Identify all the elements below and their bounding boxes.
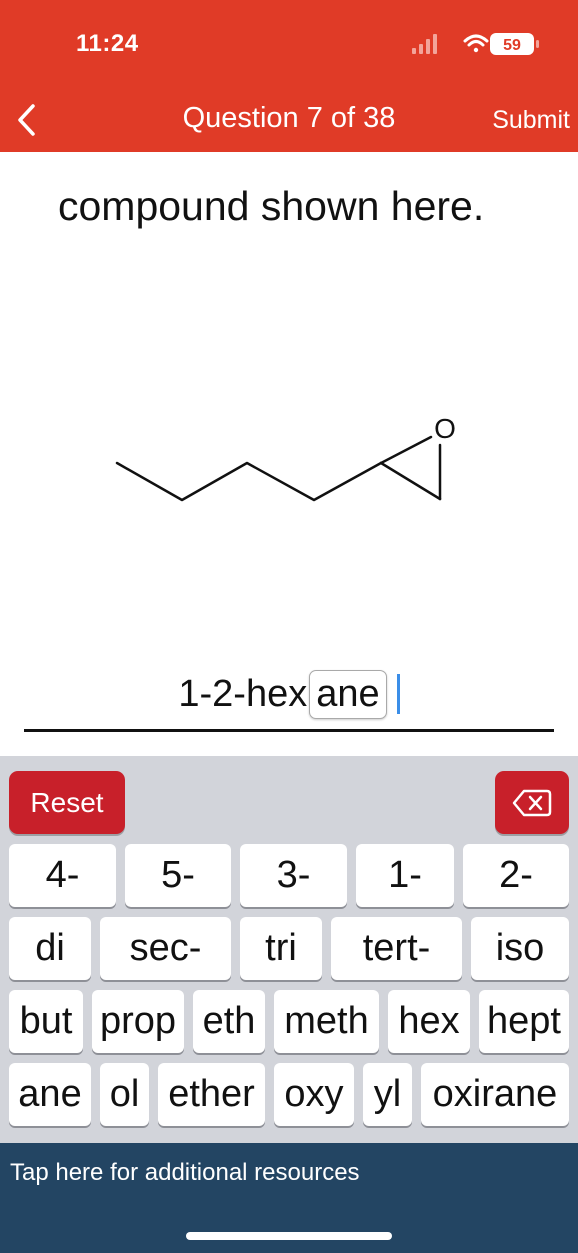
backspace-icon — [512, 789, 552, 816]
key-yl[interactable]: yl — [363, 1063, 412, 1126]
key-2[interactable]: 2- — [463, 844, 569, 907]
text-cursor — [396, 674, 400, 714]
answer-field[interactable]: 1-2-hex ane — [0, 664, 578, 724]
key-hept[interactable]: hept — [479, 990, 569, 1053]
status-icons: 59 — [412, 33, 539, 55]
answer-prefix: 1-2-hex — [178, 672, 308, 715]
submit-button[interactable]: Submit — [492, 106, 570, 135]
answer-underline — [24, 729, 554, 732]
cellular-signal-icon — [412, 34, 437, 54]
key-oxirane[interactable]: oxirane — [421, 1063, 569, 1126]
reset-button[interactable]: Reset — [9, 771, 125, 834]
key-ol[interactable]: ol — [100, 1063, 149, 1126]
answer-token[interactable]: ane — [309, 669, 387, 719]
additional-resources-link[interactable]: Tap here for additional resources — [10, 1159, 360, 1187]
status-time: 11:24 — [76, 30, 139, 57]
key-ane[interactable]: ane — [9, 1063, 91, 1126]
wifi-icon — [463, 34, 489, 53]
home-indicator[interactable] — [186, 1232, 392, 1240]
resources-footer: Tap here for additional resources — [0, 1143, 578, 1253]
backspace-button[interactable] — [495, 771, 569, 834]
key-meth[interactable]: meth — [274, 990, 379, 1053]
key-di[interactable]: di — [9, 917, 91, 980]
key-hex[interactable]: hex — [388, 990, 470, 1053]
battery-icon: 59 — [490, 33, 539, 55]
key-sec[interactable]: sec- — [100, 917, 231, 980]
key-oxy[interactable]: oxy — [274, 1063, 354, 1126]
oxygen-atom-label: O — [434, 413, 456, 444]
key-ether[interactable]: ether — [158, 1063, 265, 1126]
key-tri[interactable]: tri — [240, 917, 322, 980]
battery-level: 59 — [503, 37, 521, 54]
key-iso[interactable]: iso — [471, 917, 569, 980]
key-eth[interactable]: eth — [193, 990, 265, 1053]
app-header: 11:24 59 Question 7 of 38 Submit — [0, 0, 578, 152]
key-5[interactable]: 5- — [125, 844, 231, 907]
key-4[interactable]: 4- — [9, 844, 116, 907]
key-but[interactable]: but — [9, 990, 83, 1053]
key-3[interactable]: 3- — [240, 844, 347, 907]
molecule-structure: O — [115, 413, 456, 502]
question-text: compound shown here. — [58, 183, 485, 229]
key-tert[interactable]: tert- — [331, 917, 462, 980]
key-1[interactable]: 1- — [356, 844, 454, 907]
key-prop[interactable]: prop — [92, 990, 184, 1053]
